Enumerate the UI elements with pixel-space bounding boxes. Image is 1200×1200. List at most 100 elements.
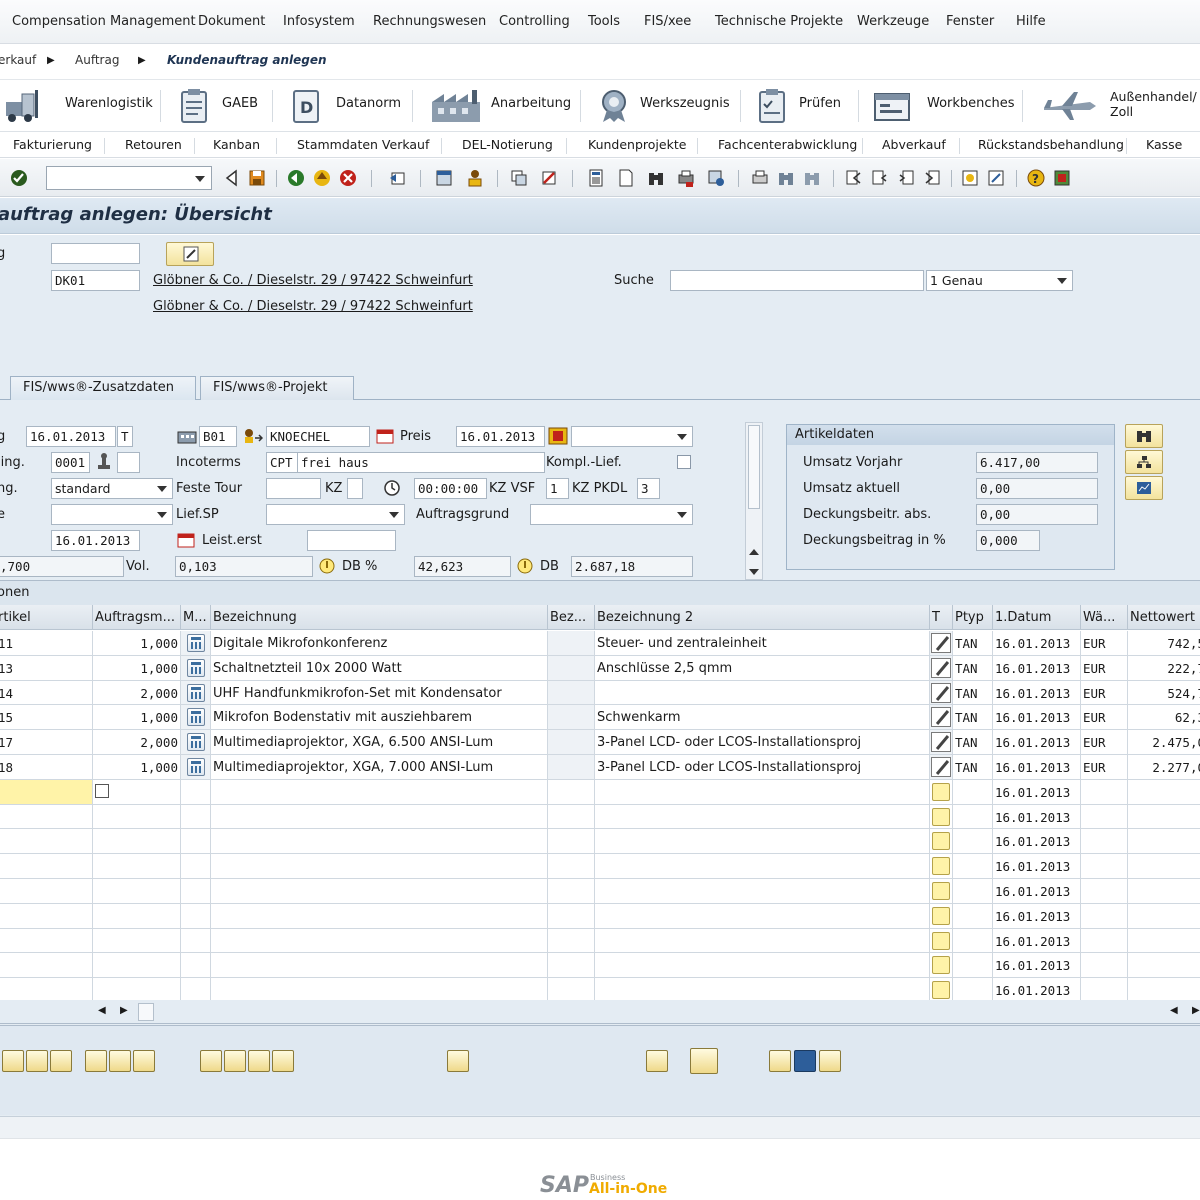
print-icon[interactable] bbox=[677, 169, 695, 187]
table-cell-artikel[interactable]: 14 bbox=[0, 680, 93, 706]
column-header-waehrung[interactable]: Wä... bbox=[1081, 605, 1128, 630]
table-cell-datum[interactable]: 16.01.2013 bbox=[993, 829, 1081, 855]
exit-icon[interactable] bbox=[313, 169, 331, 187]
table-cell-datum[interactable]: 16.01.2013 bbox=[993, 928, 1081, 954]
table-cell-artikel[interactable] bbox=[0, 903, 93, 929]
table-cell-waehrung[interactable]: EUR bbox=[1081, 631, 1128, 656]
column-header-nettowert[interactable]: Nettowert bbox=[1128, 605, 1200, 630]
header-icon[interactable] bbox=[435, 169, 453, 187]
print-preview-icon[interactable] bbox=[389, 169, 407, 187]
edit-text-icon[interactable] bbox=[931, 757, 951, 777]
table-cell-bz[interactable] bbox=[548, 903, 595, 929]
table-cell-bez2[interactable] bbox=[595, 779, 930, 805]
table-cell-bez2[interactable]: 3-Panel LCD- oder LCOS-Installationsproj bbox=[595, 730, 930, 755]
table-cell-ptyp[interactable]: TAN bbox=[953, 631, 993, 656]
search-input[interactable] bbox=[670, 270, 924, 291]
table-cell-bez2[interactable] bbox=[595, 829, 930, 855]
column-header-datum[interactable]: 1.Datum bbox=[993, 605, 1081, 630]
leist-erst-field[interactable] bbox=[307, 530, 396, 551]
table-cell-bez[interactable]: Digitale Mikrofonkonferenz bbox=[211, 631, 548, 656]
menu-controlling[interactable]: Controlling bbox=[499, 14, 570, 29]
table-cell-bez2[interactable] bbox=[595, 953, 930, 979]
func-fachcenterabwicklung[interactable]: Fachcenterabwicklung bbox=[718, 137, 857, 152]
func-kanban[interactable]: Kanban bbox=[213, 137, 260, 152]
enter-check-icon[interactable] bbox=[10, 169, 28, 187]
table-cell-menge[interactable] bbox=[93, 829, 181, 855]
calculator-icon[interactable] bbox=[187, 758, 205, 776]
table-cell-bz[interactable] bbox=[548, 829, 595, 855]
table-cell-m[interactable] bbox=[181, 829, 211, 855]
text-status-icon[interactable] bbox=[932, 906, 950, 925]
table-cell-artikel[interactable] bbox=[0, 779, 93, 805]
chevron-down-icon[interactable] bbox=[1057, 278, 1067, 284]
table-cell-menge[interactable] bbox=[93, 928, 181, 954]
menu-hilfe[interactable]: Hilfe bbox=[1016, 14, 1046, 29]
partner-icon[interactable] bbox=[466, 169, 484, 187]
table-cell-ptyp[interactable] bbox=[953, 829, 993, 855]
table-cell-artikel[interactable]: 15 bbox=[0, 705, 93, 731]
scroll-left-icon[interactable]: ◀ bbox=[98, 1005, 106, 1016]
table-cell-menge[interactable] bbox=[93, 903, 181, 929]
detail-icon[interactable] bbox=[2, 1050, 24, 1072]
func-stammdaten-verkauf[interactable]: Stammdaten Verkauf bbox=[297, 137, 429, 152]
scroll-right-icon[interactable]: ▶ bbox=[120, 1005, 128, 1016]
table-cell-bez2[interactable] bbox=[595, 928, 930, 954]
table-cell-ptyp[interactable]: TAN bbox=[953, 655, 993, 681]
calculator-icon[interactable] bbox=[187, 733, 205, 752]
table-cell-netto[interactable] bbox=[1128, 804, 1200, 830]
calculator-icon[interactable] bbox=[187, 658, 205, 677]
table-cell-netto[interactable]: 62,3 bbox=[1128, 705, 1200, 731]
kz-pkdl-field[interactable]: 3 bbox=[637, 478, 660, 499]
edit-text-icon[interactable] bbox=[931, 657, 951, 678]
table-cell-ptyp[interactable]: TAN bbox=[953, 730, 993, 755]
table-cell-menge[interactable]: 2,000 bbox=[93, 730, 181, 755]
help-icon[interactable]: ? bbox=[1027, 169, 1045, 187]
sort-descending-icon[interactable] bbox=[109, 1050, 131, 1072]
menu-infosystem[interactable]: Infosystem bbox=[283, 14, 355, 29]
column-header-t[interactable]: T bbox=[930, 605, 953, 630]
column-header-artikel[interactable]: rtikel bbox=[0, 605, 93, 630]
table-cell-menge[interactable]: 1,000 bbox=[93, 655, 181, 681]
edit-button[interactable] bbox=[166, 242, 214, 266]
hscroll-thumb[interactable] bbox=[138, 1003, 154, 1021]
table-cell-bez[interactable] bbox=[211, 779, 548, 805]
table-cell-artikel[interactable] bbox=[0, 928, 93, 954]
delivery-extra-field[interactable] bbox=[117, 452, 140, 473]
table-cell-menge[interactable] bbox=[93, 953, 181, 979]
scroll-thumb[interactable] bbox=[748, 425, 760, 509]
table-cell-bez[interactable] bbox=[211, 879, 548, 904]
func-fakturierung[interactable]: Fakturierung bbox=[13, 137, 92, 152]
table-cell-m[interactable] bbox=[181, 903, 211, 929]
stamp-icon[interactable] bbox=[95, 453, 113, 471]
table-cell-ptyp[interactable] bbox=[953, 879, 993, 904]
chevron-down-icon[interactable] bbox=[157, 486, 167, 492]
table-cell-menge[interactable]: 1,000 bbox=[93, 755, 181, 780]
table-cell-menge[interactable] bbox=[93, 854, 181, 879]
text-status-icon[interactable] bbox=[932, 807, 950, 826]
incoterms-text-field[interactable]: frei haus bbox=[297, 452, 545, 473]
table-cell-ptyp[interactable] bbox=[953, 779, 993, 805]
clerk-field[interactable]: KNOECHEL bbox=[266, 426, 370, 447]
table-cell-netto[interactable]: 524,7 bbox=[1128, 680, 1200, 706]
back-arrow-icon[interactable] bbox=[223, 169, 241, 187]
menu-tools[interactable]: Tools bbox=[588, 14, 620, 29]
chevron-down-icon[interactable] bbox=[677, 434, 687, 440]
value-help-icon[interactable] bbox=[95, 783, 109, 798]
table-cell-netto[interactable] bbox=[1128, 879, 1200, 904]
kz-vsf-field[interactable]: 1 bbox=[546, 478, 569, 499]
table-cell-waehrung[interactable] bbox=[1081, 928, 1128, 954]
table-cell-artikel[interactable]: 17 bbox=[0, 730, 93, 755]
new-document-icon[interactable] bbox=[617, 169, 635, 187]
previous-page-icon[interactable] bbox=[871, 169, 889, 187]
shipto-address-link[interactable]: Glöbner & Co. / Dieselstr. 29 / 97422 Sc… bbox=[153, 299, 473, 314]
table-cell-netto[interactable]: 2.277,0 bbox=[1128, 755, 1200, 780]
table-cell-datum[interactable]: 16.01.2013 bbox=[993, 755, 1081, 780]
service-date-field[interactable]: 16.01.2013 bbox=[51, 530, 140, 551]
table-cell-bez[interactable] bbox=[211, 854, 548, 879]
copy-icon[interactable] bbox=[510, 169, 528, 187]
table-cell-ptyp[interactable]: TAN bbox=[953, 705, 993, 731]
table-cell-datum[interactable]: 16.01.2013 bbox=[993, 953, 1081, 979]
delivery-code-field[interactable]: 0001 bbox=[51, 452, 90, 473]
text-status-icon[interactable] bbox=[932, 857, 950, 876]
table-cell-m[interactable] bbox=[181, 879, 211, 904]
